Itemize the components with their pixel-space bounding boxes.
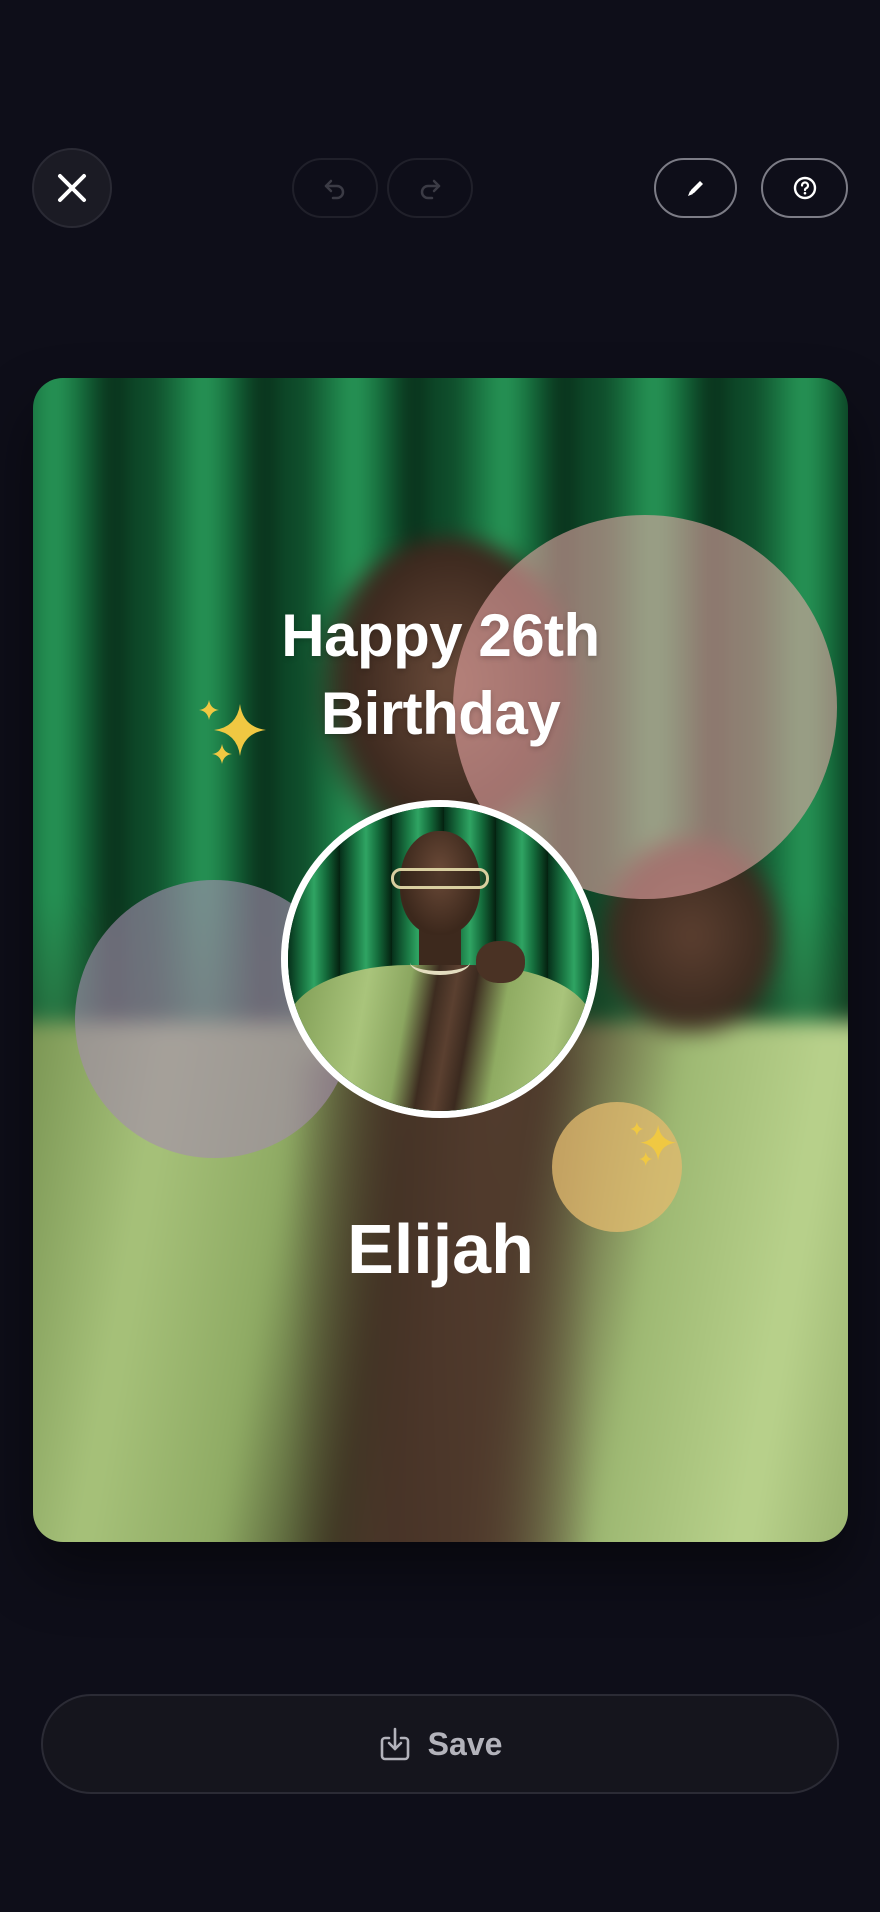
edit-button[interactable]: [654, 158, 737, 218]
sparkles-icon: [199, 700, 266, 764]
redo-button[interactable]: [387, 158, 473, 218]
pencil-icon: [687, 181, 703, 196]
help-circle-icon: [793, 176, 816, 200]
sparkles-icon: [630, 1122, 676, 1166]
save-label: Save: [427, 1725, 503, 1762]
close-button[interactable]: [32, 148, 112, 228]
download-icon: [380, 1727, 409, 1761]
headline-line-1[interactable]: Happy 26th: [33, 606, 848, 666]
birthday-card[interactable]: Happy 26th Birthday Elijah: [33, 378, 848, 1542]
close-icon: [58, 174, 86, 202]
help-button[interactable]: [761, 158, 848, 218]
undo-button[interactable]: [292, 158, 378, 218]
recipient-name[interactable]: Elijah: [33, 1214, 848, 1284]
undo-icon: [324, 179, 345, 200]
redo-icon: [420, 179, 441, 200]
headline-line-2[interactable]: Birthday: [33, 684, 848, 744]
profile-photo[interactable]: [281, 800, 599, 1118]
save-button[interactable]: Save: [41, 1694, 839, 1794]
